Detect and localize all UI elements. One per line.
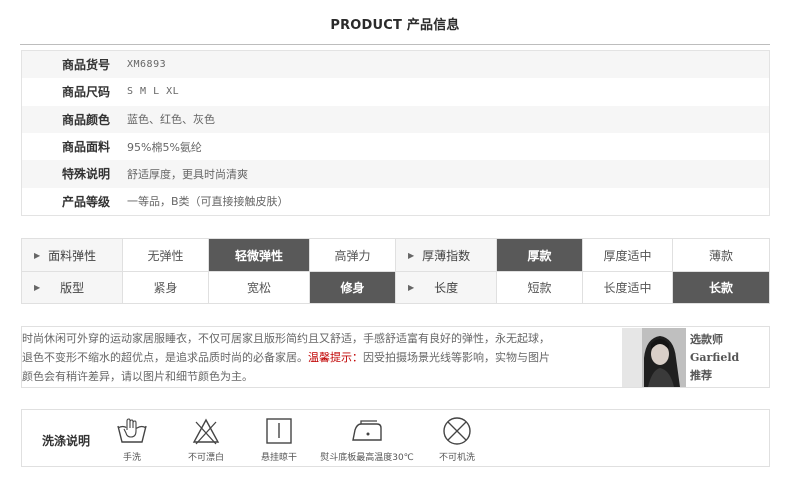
triangle-right-icon: ▶ bbox=[34, 250, 41, 260]
length-option: 短款 bbox=[497, 272, 583, 303]
attr-label-text: 版型 bbox=[60, 281, 85, 295]
stylist-recommend: 推荐 bbox=[690, 369, 712, 382]
spec-key: 商品尺码 bbox=[61, 85, 110, 100]
spec-row-fabric: 商品面料 95%棉5%氨纶 bbox=[22, 133, 769, 160]
spec-row-size: 商品尺码 S M L XL bbox=[22, 78, 769, 105]
triangle-right-icon: ▶ bbox=[34, 283, 41, 292]
attribute-grid: ▶ 面料弹性 无弹性 轻微弹性 高弹力 ▶ 厚薄指数 厚款 厚度适中 薄款 ▶ … bbox=[21, 238, 770, 304]
elasticity-option: 无弹性 bbox=[123, 239, 209, 271]
wash-label: 不可漂白 bbox=[187, 453, 224, 463]
length-option: 长度适中 bbox=[583, 272, 673, 303]
thickness-option-selected: 厚款 bbox=[497, 239, 583, 271]
spec-row-sku: 商品货号 XM6893 bbox=[22, 51, 769, 79]
iron-icon bbox=[352, 420, 382, 441]
thickness-option: 厚度适中 bbox=[583, 239, 673, 271]
stylist-title: 选款师 bbox=[690, 333, 723, 346]
length-option-selected: 长款 bbox=[673, 272, 769, 303]
spec-value: S M L XL bbox=[127, 86, 180, 98]
wash-label: 悬挂晾干 bbox=[260, 453, 297, 463]
elasticity-option-selected: 轻微弹性 bbox=[209, 239, 310, 271]
hang-dry-icon bbox=[266, 418, 292, 444]
thickness-option: 薄款 bbox=[708, 248, 733, 263]
spec-key: 商品面料 bbox=[61, 140, 110, 155]
spec-value: 舒适厚度，更具时尚清爽 bbox=[127, 167, 248, 181]
section-header: PRODUCT 产品信息 bbox=[0, 14, 790, 33]
stylist-portrait-image bbox=[622, 328, 686, 387]
triangle-right-icon: ▶ bbox=[408, 283, 415, 292]
no-machine-wash-icon bbox=[443, 417, 471, 445]
attr-label-text: 厚薄指数 bbox=[422, 248, 471, 263]
attr-label-elasticity: ▶ 面料弹性 bbox=[22, 239, 123, 271]
wash-label: 熨斗底板最高温度30℃ bbox=[320, 453, 414, 463]
fit-option: 紧身 bbox=[123, 272, 209, 303]
title-divider bbox=[20, 44, 770, 45]
wash-label: 手洗 bbox=[122, 453, 141, 463]
wash-item-no-bleach: 不可漂白 bbox=[180, 416, 232, 463]
fit-option: 宽松 bbox=[209, 272, 310, 303]
spec-value: XM6893 bbox=[127, 59, 167, 71]
description-line: 颜色会有稍许差异，请以图片和细节颜色为主。 bbox=[22, 370, 253, 383]
attribute-row: ▶ 面料弹性 无弹性 轻微弹性 高弹力 ▶ 厚薄指数 厚款 厚度适中 薄款 bbox=[22, 239, 769, 271]
spec-row-notes: 特殊说明 舒适厚度，更具时尚清爽 bbox=[22, 160, 769, 188]
wash-instructions: 洗涤说明 手洗 不可漂白 悬挂晾干 熨斗底板最高温度30℃ 不可机洗 bbox=[21, 409, 770, 467]
attr-label-text: 长度 bbox=[434, 281, 459, 295]
spec-row-grade: 产品等级 一等品，B类（可直接接触皮肤） bbox=[22, 188, 769, 215]
wash-item-hang-dry: 悬挂晾干 bbox=[254, 416, 304, 463]
description-box: 时尚休闲可外穿的运动家居服睡衣，不仅可居家且版形简约且又舒适，手感舒适富有良好的… bbox=[21, 326, 770, 388]
spec-value: 95%棉5%氨纶 bbox=[127, 140, 202, 154]
wash-item-iron: 熨斗底板最高温度30℃ bbox=[312, 416, 422, 463]
attr-label-text: 面料弹性 bbox=[48, 248, 97, 263]
hand-wash-icon bbox=[117, 418, 147, 443]
spec-value: 蓝色、红色、灰色 bbox=[127, 113, 215, 127]
wash-title: 洗涤说明 bbox=[42, 434, 91, 448]
stylist-credit: 选款师 Garfield 推荐 bbox=[690, 331, 739, 385]
spec-key: 产品等级 bbox=[61, 194, 110, 209]
fit-option-selected: 修身 bbox=[310, 272, 396, 303]
wash-item-hand-wash: 手洗 bbox=[110, 416, 154, 463]
spec-key: 商品颜色 bbox=[61, 112, 110, 127]
spec-table: 商品货号 XM6893 商品尺码 S M L XL 商品颜色 蓝色、红色、灰色 … bbox=[21, 50, 770, 216]
warning-label: 温馨提示： bbox=[308, 351, 363, 364]
wash-item-no-machine-wash: 不可机洗 bbox=[432, 416, 482, 463]
attr-label-fit: ▶ 版型 bbox=[22, 272, 123, 303]
attr-label-length: ▶ 长度 bbox=[396, 272, 497, 303]
description-line: 退色不变形不缩水的超优点，是追求品质时尚的必备家居。温馨提示：因受拍摄场景光线等… bbox=[22, 348, 617, 367]
spec-value: 一等品，B类（可直接接触皮肤） bbox=[127, 195, 289, 209]
description-line: 时尚休闲可外穿的运动家居服睡衣，不仅可居家且版形简约且又舒适，手感舒适富有良好的… bbox=[22, 332, 550, 345]
attribute-row: ▶ 版型 紧身 宽松 修身 ▶ 长度 短款 长度适中 长款 bbox=[22, 271, 769, 303]
spec-key: 特殊说明 bbox=[61, 167, 110, 182]
stylist-photo bbox=[622, 328, 686, 387]
spec-key: 商品货号 bbox=[61, 58, 110, 73]
attr-label-thickness: ▶ 厚薄指数 bbox=[396, 239, 497, 271]
elasticity-option: 高弹力 bbox=[310, 239, 396, 271]
spec-row-color: 商品颜色 蓝色、红色、灰色 bbox=[22, 105, 769, 133]
no-bleach-icon bbox=[192, 418, 220, 445]
description-text: 时尚休闲可外穿的运动家居服睡衣，不仅可居家且版形简约且又舒适，手感舒适富有良好的… bbox=[22, 329, 617, 386]
wash-label: 不可机洗 bbox=[438, 453, 475, 463]
stylist-name: Garfield bbox=[690, 351, 740, 364]
triangle-right-icon: ▶ bbox=[408, 250, 415, 260]
description-fragment: 退色不变形不缩水的超优点，是追求品质时尚的必备家居。 bbox=[22, 351, 308, 364]
description-fragment: 因受拍摄场景光线等影响，实物与图片 bbox=[363, 351, 550, 364]
page-title: PRODUCT 产品信息 bbox=[330, 18, 460, 33]
